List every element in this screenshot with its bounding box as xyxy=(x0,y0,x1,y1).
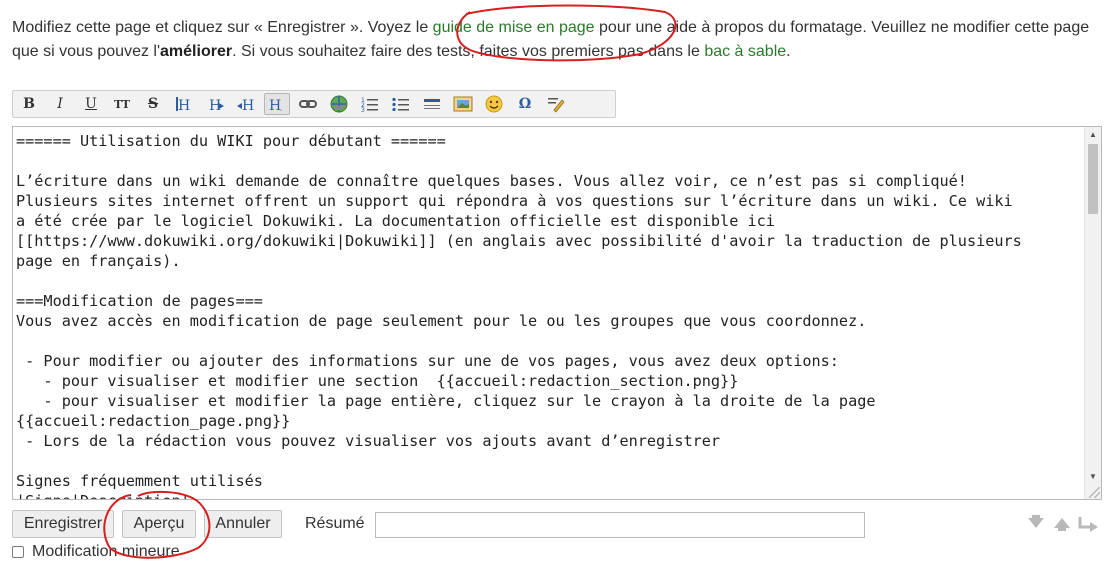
internal-link-button[interactable] xyxy=(295,93,321,115)
svg-text:H: H xyxy=(178,98,190,113)
same-level-headline-icon: H xyxy=(176,97,190,113)
signature-icon xyxy=(548,98,565,113)
smileys-button[interactable] xyxy=(481,93,507,115)
headline-menu-icon: H. xyxy=(269,98,282,113)
wrap-toggle-icon[interactable] xyxy=(1078,517,1098,532)
arrow-up-icon[interactable] xyxy=(1054,518,1070,531)
globe-link-icon xyxy=(330,95,348,113)
add-image-button[interactable] xyxy=(450,93,476,115)
headline-menu-button[interactable]: H. xyxy=(264,93,290,115)
lower-headline-button[interactable]: H xyxy=(202,93,228,115)
resize-handle-icon[interactable] xyxy=(1089,487,1100,498)
summary-input[interactable] xyxy=(375,512,865,538)
link-icon xyxy=(299,100,317,108)
unordered-list-icon xyxy=(392,97,409,112)
sandbox-link[interactable]: bac à sable xyxy=(704,43,786,60)
horizontal-rule-icon xyxy=(424,99,440,109)
save-button[interactable]: Enregistrer xyxy=(12,510,114,538)
special-chars-button[interactable]: Ω xyxy=(512,93,538,115)
italic-icon: I xyxy=(57,96,63,112)
svg-text:3: 3 xyxy=(361,107,365,112)
strikethrough-icon: S xyxy=(147,96,159,112)
minor-edit-label: Modification mineure xyxy=(32,543,180,560)
monospace-icon: TT xyxy=(114,97,130,111)
ordered-list-button[interactable]: 123 xyxy=(357,93,383,115)
edit-intro-text: Modifiez cette page et cliquez sur « Enr… xyxy=(12,16,1102,64)
horizontal-rule-button[interactable] xyxy=(419,93,445,115)
arrow-down-icon[interactable] xyxy=(1028,515,1044,528)
scroll-up-arrow-icon[interactable]: ▲ xyxy=(1085,127,1101,143)
improve-bold-text: améliorer xyxy=(160,43,233,60)
intro-text-3: . Si vous souhaitez faire des tests, fai… xyxy=(232,43,705,60)
editor-toolbar: B I U TT S H H H H. 123 Ω xyxy=(12,90,616,118)
minor-edit-option[interactable]: Modification mineure xyxy=(12,543,180,561)
editor-size-controls xyxy=(1026,514,1102,534)
intro-text-4: . xyxy=(786,43,791,60)
editor-content[interactable]: ====== Utilisation du WIKI pour débutant… xyxy=(16,131,1081,499)
smiley-icon xyxy=(485,95,503,113)
higher-headline-button[interactable]: H xyxy=(233,93,259,115)
bold-icon: B xyxy=(23,96,35,112)
unordered-list-button[interactable] xyxy=(388,93,414,115)
formatting-guide-link[interactable]: guide de mise en page xyxy=(433,19,595,36)
underline-icon: U xyxy=(85,96,97,112)
summary-label: Résumé xyxy=(305,515,365,532)
strikethrough-button[interactable]: S xyxy=(140,93,166,115)
cancel-button[interactable]: Annuler xyxy=(204,510,282,538)
svg-text:.: . xyxy=(280,105,282,113)
preview-button[interactable]: Aperçu xyxy=(122,510,196,538)
image-icon xyxy=(453,96,473,112)
lower-headline-icon: H xyxy=(209,98,224,113)
svg-text:H: H xyxy=(242,98,254,113)
intro-text-1: Modifiez cette page et cliquez sur « Enr… xyxy=(12,19,433,36)
same-level-headline-button[interactable]: H xyxy=(171,93,197,115)
editor-scrollbar[interactable]: ▲ ▼ xyxy=(1084,127,1101,499)
wiki-text-editor[interactable]: ====== Utilisation du WIKI pour débutant… xyxy=(12,126,1102,500)
italic-button[interactable]: I xyxy=(47,93,73,115)
higher-headline-icon: H xyxy=(237,98,254,113)
signature-button[interactable] xyxy=(543,93,569,115)
bold-button[interactable]: B xyxy=(16,93,42,115)
external-link-button[interactable] xyxy=(326,93,352,115)
scroll-down-arrow-icon[interactable]: ▼ xyxy=(1085,469,1101,485)
monospace-button[interactable]: TT xyxy=(109,93,135,115)
underline-button[interactable]: U xyxy=(78,93,104,115)
ordered-list-icon: 123 xyxy=(361,97,378,112)
omega-icon: Ω xyxy=(518,96,532,112)
scrollbar-thumb[interactable] xyxy=(1088,144,1098,214)
minor-edit-checkbox[interactable] xyxy=(12,546,24,558)
